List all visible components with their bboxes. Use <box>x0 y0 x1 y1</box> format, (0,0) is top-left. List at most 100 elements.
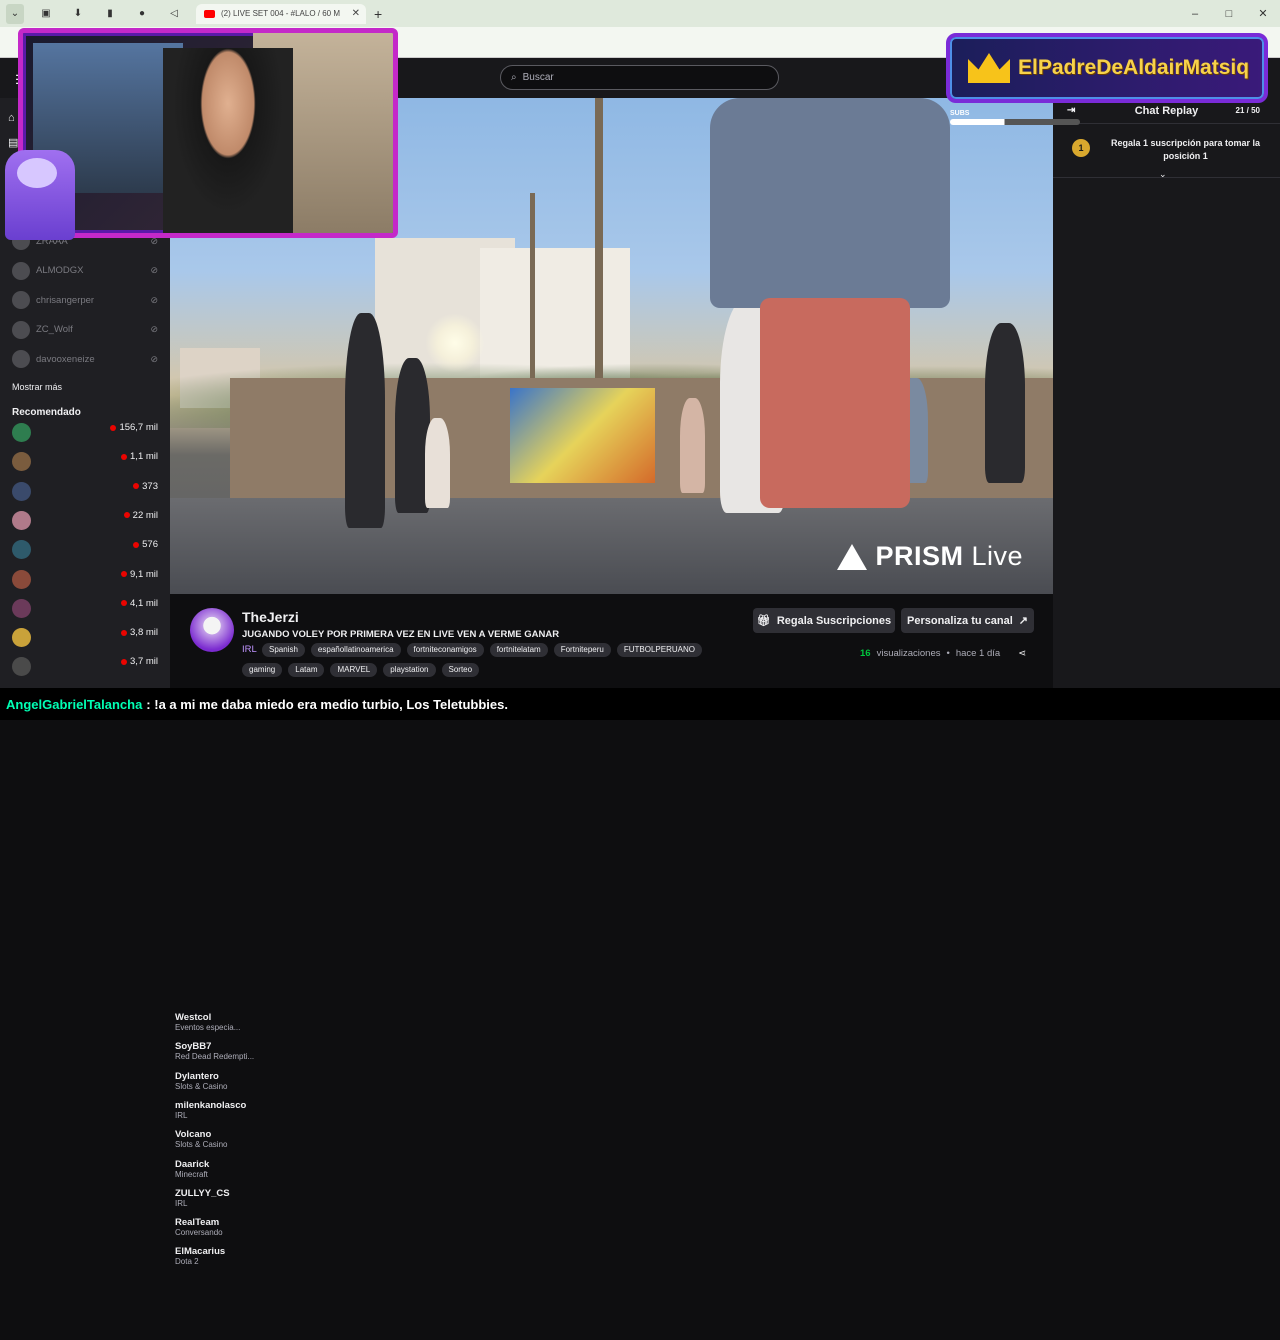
followed-channel-name: davooxeneize <box>36 353 95 365</box>
search-input[interactable]: ⌕ Buscar <box>500 65 779 90</box>
show-more-link[interactable]: Mostrar más <box>12 382 62 392</box>
recommended-channel[interactable]: Volcano Slots & Casino 576 <box>0 535 261 1224</box>
llama-mascot-icon <box>5 150 75 240</box>
rec-channel-name: Volcano <box>175 1129 212 1141</box>
chat-ticker: AngelGabrielTalancha : !a a mi me daba m… <box>0 688 1280 720</box>
close-window-button[interactable]: ✕ <box>1246 7 1280 20</box>
maximize-button[interactable]: □ <box>1212 8 1246 20</box>
live-dot-icon <box>123 512 130 519</box>
home-icon[interactable]: ⌂ <box>8 112 18 124</box>
rec-channel-name: ZULLYY_CS <box>175 1187 230 1199</box>
followed-channel[interactable]: ZC_Wolf ⊘ <box>0 317 170 343</box>
rec-viewers: 3,8 mil <box>121 627 158 638</box>
tag[interactable]: fortnitelatam <box>489 643 548 657</box>
ticker-user: AngelGabrielTalancha <box>6 696 143 712</box>
expand-icon[interactable]: ⌄ <box>1159 169 1167 180</box>
rec-viewer-count: 4,1 mil <box>130 597 158 609</box>
followed-channel[interactable]: davooxeneize ⊘ <box>0 346 170 372</box>
avatar <box>12 452 31 472</box>
chat-count-total: / 50 <box>1246 106 1260 115</box>
tag[interactable]: FUTBOLPERUANO <box>616 643 702 657</box>
share-icon[interactable]: ⋖ <box>1018 648 1026 659</box>
light-pole-2 <box>530 193 535 393</box>
recommended-title: Recomendado <box>12 407 81 418</box>
tab-favicon-3[interactable]: ▮ <box>100 4 120 24</box>
browse-icon[interactable]: ▤ <box>8 136 18 149</box>
channel-avatar[interactable] <box>190 608 234 652</box>
tag[interactable]: Fortniteperu <box>553 643 611 657</box>
gift-subs-button[interactable]: 🎁︎ Regala Suscripciones <box>753 608 895 633</box>
live-dot-icon <box>121 658 128 665</box>
rank-medal-icon: 1 <box>1072 139 1090 157</box>
live-dot-icon <box>133 541 140 548</box>
avatar <box>12 540 31 560</box>
crown-icon <box>968 53 1010 83</box>
recommended-channel[interactable]: milenkanolasco IRL 22 mil <box>0 506 261 1194</box>
channel-name[interactable]: TheJerzi <box>242 609 299 625</box>
offline-icon: ⊘ <box>150 294 158 305</box>
rec-viewers: 22 mil <box>123 510 158 521</box>
customize-channel-label: Personaliza tu canal <box>907 614 1013 627</box>
rec-channel-category: Eventos especia... <box>175 1023 241 1032</box>
avatar <box>12 320 30 339</box>
followed-channel[interactable]: ALMODGX ⊘ <box>0 258 170 284</box>
stream-category[interactable]: IRL <box>242 644 257 655</box>
recommended-channel[interactable]: Dylantero Slots & Casino 373 <box>0 477 261 1165</box>
live-dot-icon <box>110 424 117 431</box>
gift-leaderboard[interactable]: 1 Regala 1 suscripción para tomar la pos… <box>1053 128 1280 180</box>
recommended-channel[interactable]: Westcol Eventos especia... 156,7 mil <box>0 418 261 1106</box>
live-dot-icon <box>121 453 128 460</box>
top-sub-name: ElPadreDeAldairMatsiq <box>1018 56 1250 79</box>
tag[interactable]: Spanish <box>262 643 305 657</box>
tag[interactable]: playstation <box>383 663 436 677</box>
rec-viewers: 373 <box>133 481 158 492</box>
external-link-icon: ↗ <box>1018 615 1028 627</box>
tag[interactable]: españollatinoamerica <box>310 643 401 657</box>
rec-channel-name: Westcol <box>175 1012 212 1023</box>
followed-channel-name: ZC_Wolf <box>36 324 73 335</box>
webcam-overlay <box>18 28 398 238</box>
browser-tab-bar: ⌄ ▣ ⬇ ▮ ● ◁ (2) LIVE SET 004 - #LALO / 6… <box>0 0 1280 27</box>
tag[interactable]: Latam <box>288 663 325 677</box>
tab-active[interactable]: (2) LIVE SET 004 - #LALO / 60 M ✕ <box>196 3 366 24</box>
subs-progress-bar <box>950 119 1080 125</box>
chat-panel: ⇥ Chat Replay 21 / 50 1 Regala 1 suscrip… <box>1053 98 1280 688</box>
player <box>680 398 705 493</box>
tag[interactable]: fortniteconamigos <box>406 643 484 657</box>
rec-channel-category: Minecraft <box>175 1169 208 1179</box>
tab-favicon-5[interactable]: ◁ <box>164 4 184 24</box>
recommended-channel[interactable]: ZULLYY_CS IRL 4,1 mil <box>0 594 261 1282</box>
recommended-channel[interactable]: ElMacarius Dota 2 3,7 mil <box>0 652 261 1340</box>
rec-channel-category: Slots & Casino <box>175 1081 228 1091</box>
time-ago: hace 1 día <box>955 648 1001 659</box>
player <box>345 313 385 528</box>
rec-channel-category: Dota 2 <box>175 1257 199 1267</box>
tab-favicon-1[interactable]: ▣ <box>36 4 56 24</box>
followed-channel[interactable]: chrisangerper ⊘ <box>0 287 170 313</box>
search-placeholder: Buscar <box>522 72 554 83</box>
tab-favicon-2[interactable]: ⬇ <box>68 4 88 24</box>
light-pole <box>595 98 603 398</box>
avatar <box>12 598 31 618</box>
close-tab-icon[interactable]: ✕ <box>352 8 360 19</box>
new-tab-button[interactable]: + <box>374 6 382 22</box>
stats-separator: • <box>946 648 950 659</box>
recommended-channel[interactable]: SoyBB7 Red Dead Redempti... 1,1 mil <box>0 447 261 1136</box>
search-icon: ⌕ <box>511 72 517 83</box>
minimize-button[interactable]: – <box>1178 8 1212 20</box>
rec-channel-name: Daarick <box>175 1158 210 1170</box>
rec-viewer-count: 1,1 mil <box>130 451 158 463</box>
customize-channel-button[interactable]: Personaliza tu canal ↗ <box>901 608 1034 633</box>
tag[interactable]: gaming <box>242 663 283 677</box>
rec-viewers: 3,7 mil <box>121 656 158 667</box>
tab-favicon-4[interactable]: ● <box>132 4 152 24</box>
rec-viewers: 9,1 mil <box>121 569 158 580</box>
tab-search-icon[interactable]: ⌄ <box>6 3 24 24</box>
rec-channel-name: SoyBB7 <box>175 1041 212 1053</box>
tag[interactable]: Sorteo <box>441 663 480 677</box>
tags-row-1: Spanish españollatinoamerica fortniteconam… <box>262 643 702 657</box>
recommended-channel[interactable]: Daarick Minecraft 9,1 mil <box>0 565 261 1253</box>
tag[interactable]: MARVEL <box>330 663 378 677</box>
recommended-channel[interactable]: RealTeam Conversando 3,8 mil <box>0 623 261 1312</box>
live-dot-icon <box>121 629 128 636</box>
